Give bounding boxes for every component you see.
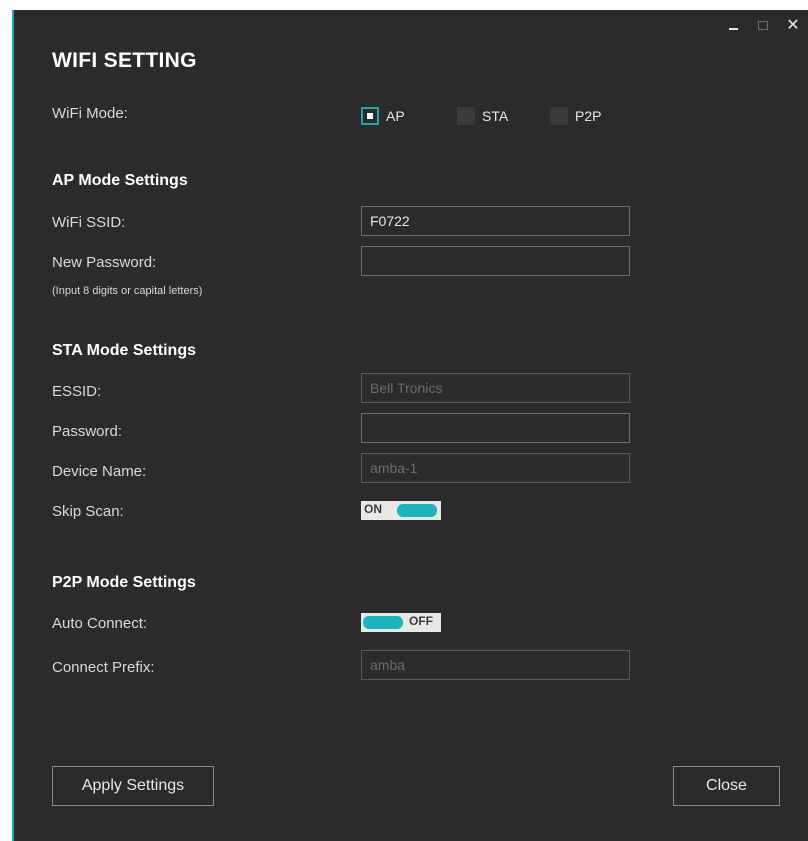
auto-connect-state: OFF	[409, 614, 433, 628]
maximize-icon[interactable]	[748, 10, 778, 40]
skip-scan-label: Skip Scan:	[52, 503, 124, 520]
radio-sta[interactable]: STA	[457, 107, 550, 125]
sta-section-title: STA Mode Settings	[52, 342, 196, 359]
sta-password-label: Password:	[52, 423, 123, 440]
sta-password-input[interactable]	[361, 413, 630, 443]
close-icon[interactable]: ✕	[778, 10, 808, 40]
skip-scan-state: ON	[364, 502, 382, 516]
skip-scan-knob[interactable]	[397, 504, 437, 517]
wifi-mode-radio-group: AP STA P2P	[361, 106, 601, 126]
auto-connect-label: Auto Connect:	[52, 615, 148, 632]
wifi-settings-window: ✕ WIFI SETTING WiFi Mode: AP STA P2P AP …	[12, 10, 808, 841]
radio-sta-label: STA	[482, 108, 509, 124]
close-button[interactable]: Close	[673, 766, 780, 806]
essid-label: ESSID:	[52, 383, 102, 400]
radio-p2p-label: P2P	[575, 108, 602, 124]
wifi-mode-label: WiFi Mode:	[52, 105, 128, 122]
ap-section-title: AP Mode Settings	[52, 172, 188, 189]
minimize-icon[interactable]	[718, 10, 748, 40]
auto-connect-toggle[interactable]: OFF	[361, 613, 441, 632]
radio-ap-box[interactable]	[361, 107, 379, 125]
radio-p2p-box[interactable]	[550, 107, 568, 125]
new-password-label: New Password:	[52, 254, 157, 271]
window-controls: ✕	[718, 10, 808, 40]
device-name-input[interactable]	[361, 453, 630, 483]
new-password-input[interactable]	[361, 246, 630, 276]
radio-ap-label: AP	[386, 108, 405, 124]
radio-ap[interactable]: AP	[361, 107, 457, 125]
apply-settings-button[interactable]: Apply Settings	[52, 766, 214, 806]
page-title: WIFI SETTING	[52, 49, 197, 72]
connect-prefix-input[interactable]	[361, 650, 630, 680]
wifi-ssid-label: WiFi SSID:	[52, 214, 126, 231]
p2p-section-title: P2P Mode Settings	[52, 574, 196, 591]
device-name-label: Device Name:	[52, 463, 147, 480]
auto-connect-knob[interactable]	[363, 616, 403, 629]
radio-sta-box[interactable]	[457, 107, 475, 125]
skip-scan-toggle[interactable]: ON	[361, 501, 441, 520]
essid-input[interactable]	[361, 373, 630, 403]
connect-prefix-label: Connect Prefix:	[52, 659, 155, 676]
wifi-ssid-input[interactable]	[361, 206, 630, 236]
new-password-hint: (Input 8 digits or capital letters)	[52, 285, 203, 297]
radio-p2p[interactable]: P2P	[550, 107, 601, 125]
